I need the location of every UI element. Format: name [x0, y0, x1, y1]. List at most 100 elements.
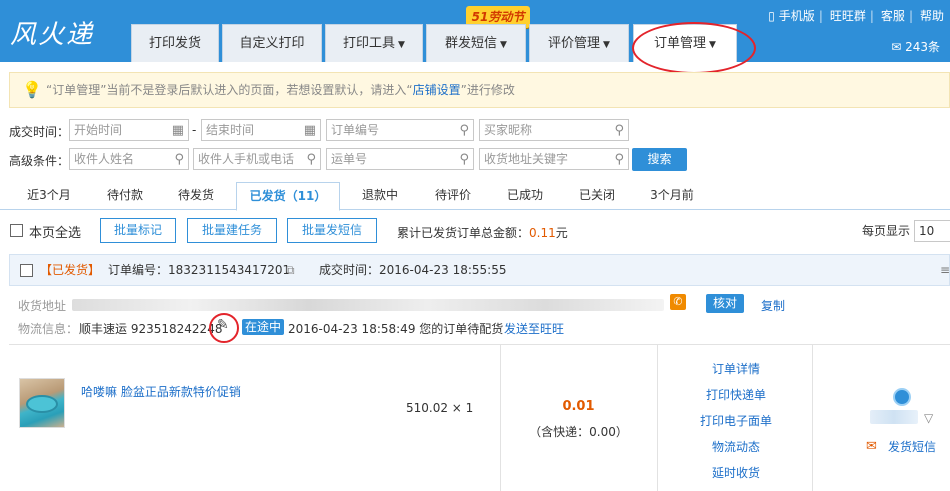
filter-icon[interactable]: ▽	[924, 411, 933, 425]
search-icon: ⚲	[459, 152, 469, 167]
nav-tab-custom-print[interactable]: 自定义打印	[222, 24, 322, 62]
date-range-separator: -	[192, 123, 197, 137]
select-all-checkbox[interactable]	[10, 224, 23, 237]
per-page-select[interactable]: 10	[914, 220, 950, 242]
calendar-icon[interactable]: ▦	[304, 121, 316, 141]
extend-receipt-link[interactable]: 延时收货	[665, 464, 807, 481]
top-links: ▯ 手机版 | 旺旺群 | 客服 | 帮助	[768, 9, 944, 23]
messages-count: 243条	[905, 40, 940, 54]
item-price-quantity: 510.02 × 1	[406, 401, 474, 415]
order-amount: 0.01	[562, 399, 595, 414]
select-all-label: 本页全选	[29, 226, 82, 241]
tab-shipped[interactable]: 已发货（11）	[236, 182, 340, 211]
calendar-icon[interactable]: ▦	[172, 121, 184, 141]
top-link-wangwang-group[interactable]: 旺旺群	[830, 9, 866, 23]
batch-sms-button[interactable]: 批量发短信	[287, 218, 377, 243]
send-to-wangwang-link[interactable]: 发送至旺旺	[504, 320, 564, 337]
shipping-fee: （含快递：0.00）	[529, 425, 628, 439]
top-link-support[interactable]: 客服	[881, 9, 905, 23]
end-time-input[interactable]: 结束时间 ▦	[201, 119, 321, 141]
mail-icon: ✉	[866, 439, 877, 454]
tab-pending-shipment[interactable]: 待发货	[163, 182, 229, 210]
total-amount: 累计已发货订单总金额：0.11元	[397, 226, 568, 240]
print-e-waybill-link[interactable]: 打印电子面单	[665, 412, 807, 429]
status-tabs: 近3个月 待付款 待发货 已发货（11） 退款中 待评价 已成功 已关闭 3个月…	[0, 182, 950, 211]
top-navigation-bar: 风火递 51劳动节 打印发货 自定义打印 打印工具 ▼ 群发短信 ▼ 评价管理 ▼ 订…	[0, 0, 950, 62]
messages-button[interactable]: ✉ 243条	[891, 38, 940, 55]
send-sms-link[interactable]: 发货短信	[888, 438, 936, 455]
logistics-tracking-link[interactable]: 物流动态	[665, 438, 807, 455]
receiver-phone-input[interactable]: 收件人手机或电话 ⚲	[193, 148, 321, 170]
order-details-link[interactable]: 订单详情	[665, 360, 807, 377]
order-number: 订单编号：1832311543417201	[108, 263, 291, 277]
lightbulb-icon: 💡	[22, 80, 42, 99]
top-link-mobile[interactable]: 手机版	[779, 9, 815, 23]
divider	[500, 345, 501, 491]
annotation-circle	[209, 313, 239, 343]
wangwang-icon[interactable]	[893, 388, 911, 406]
address-value-redacted	[72, 299, 664, 311]
address-label: 收货地址	[18, 299, 67, 313]
search-icon: ⚲	[306, 152, 316, 167]
tab-closed[interactable]: 已关闭	[564, 182, 630, 210]
print-express-link[interactable]: 打印快递单	[665, 386, 807, 403]
mobile-icon: ▯	[768, 9, 775, 23]
deal-time-label: 成交时间：	[9, 125, 70, 139]
product-title-link[interactable]: 哈喽嘛 脸盆正品新款特价促销	[81, 383, 241, 400]
notice-text: “订单管理”当前不是登录后默认进入的页面，若想设置默认，请进入“	[46, 83, 413, 97]
nav-tab-review-mgmt[interactable]: 评价管理 ▼	[529, 24, 629, 62]
order-number-input[interactable]: 订单编号 ⚲	[326, 119, 474, 141]
tab-completed[interactable]: 已成功	[492, 182, 558, 210]
tab-last-3-months[interactable]: 近3个月	[14, 182, 84, 210]
batch-task-button[interactable]: 批量建任务	[187, 218, 277, 243]
verify-button[interactable]: 核对	[706, 294, 744, 313]
app-logo[interactable]: 风火递	[10, 14, 94, 51]
buyer-name-redacted	[870, 410, 918, 424]
order-header: 【已发货】 订单编号：1832311543417201 ⧉ 成交时间：2016-…	[9, 254, 950, 286]
order-status: 【已发货】	[40, 263, 101, 277]
chevron-down-icon: ▼	[398, 40, 405, 50]
top-link-help[interactable]: 帮助	[920, 9, 944, 23]
search-icon: ⚲	[459, 123, 469, 138]
logistics-carrier-tracking: 顺丰速运 923518242248	[79, 322, 223, 336]
search-icon: ⚲	[614, 123, 624, 138]
per-page-label: 每页显示	[862, 224, 911, 238]
receiver-name-input[interactable]: 收件人姓名 ⚲	[69, 148, 189, 170]
search-icon: ⚲	[614, 152, 624, 167]
logistics-status: 2016-04-23 18:58:49 您的订单待配货	[288, 322, 504, 336]
nav-tab-print-tools[interactable]: 打印工具 ▼	[325, 24, 423, 62]
search-button[interactable]: 搜索	[632, 148, 687, 171]
notice-text-suffix: ”进行修改	[460, 83, 515, 97]
buyer-nickname-input[interactable]: 买家昵称 ⚲	[479, 119, 629, 141]
waybill-number-input[interactable]: 运单号 ⚲	[326, 148, 474, 170]
deal-time: 成交时间：2016-04-23 18:55:55	[319, 263, 507, 277]
tab-refunding[interactable]: 退款中	[347, 182, 413, 210]
copy-order-icon[interactable]: ⧉	[286, 255, 295, 285]
menu-icon[interactable]: ≡	[940, 255, 950, 285]
logistics-label: 物流信息：	[18, 322, 79, 336]
chevron-down-icon: ▼	[500, 40, 507, 50]
tab-older-than-3-months[interactable]: 3个月前	[637, 182, 707, 210]
batch-mark-button[interactable]: 批量标记	[100, 218, 176, 243]
tab-pending-payment[interactable]: 待付款	[92, 182, 158, 210]
chevron-down-icon: ▼	[603, 40, 610, 50]
basin-icon	[26, 395, 58, 413]
product-thumbnail[interactable]	[19, 378, 65, 428]
start-time-input[interactable]: 开始时间 ▦	[69, 119, 189, 141]
nav-tab-print-ship[interactable]: 打印发货	[131, 24, 219, 62]
address-keyword-input[interactable]: 收货地址关键字 ⚲	[479, 148, 629, 170]
advanced-conditions-label: 高级条件：	[9, 154, 70, 168]
divider	[657, 345, 658, 491]
mail-icon: ✉	[891, 40, 902, 54]
nav-tab-bulk-sms[interactable]: 群发短信 ▼	[426, 24, 526, 62]
annotation-circle	[632, 22, 756, 74]
order-checkbox[interactable]	[20, 264, 33, 277]
tab-pending-review[interactable]: 待评价	[420, 182, 486, 210]
total-amount-value: 0.11	[529, 226, 556, 240]
divider	[9, 344, 950, 345]
shop-settings-link[interactable]: 店铺设置	[413, 83, 461, 97]
search-icon: ⚲	[174, 152, 184, 167]
notice-banner: 💡 “订单管理”当前不是登录后默认进入的页面，若想设置默认，请进入“店铺设置”进…	[9, 72, 950, 108]
phone-icon[interactable]: ✆	[670, 294, 686, 310]
copy-address-link[interactable]: 复制	[761, 297, 785, 314]
